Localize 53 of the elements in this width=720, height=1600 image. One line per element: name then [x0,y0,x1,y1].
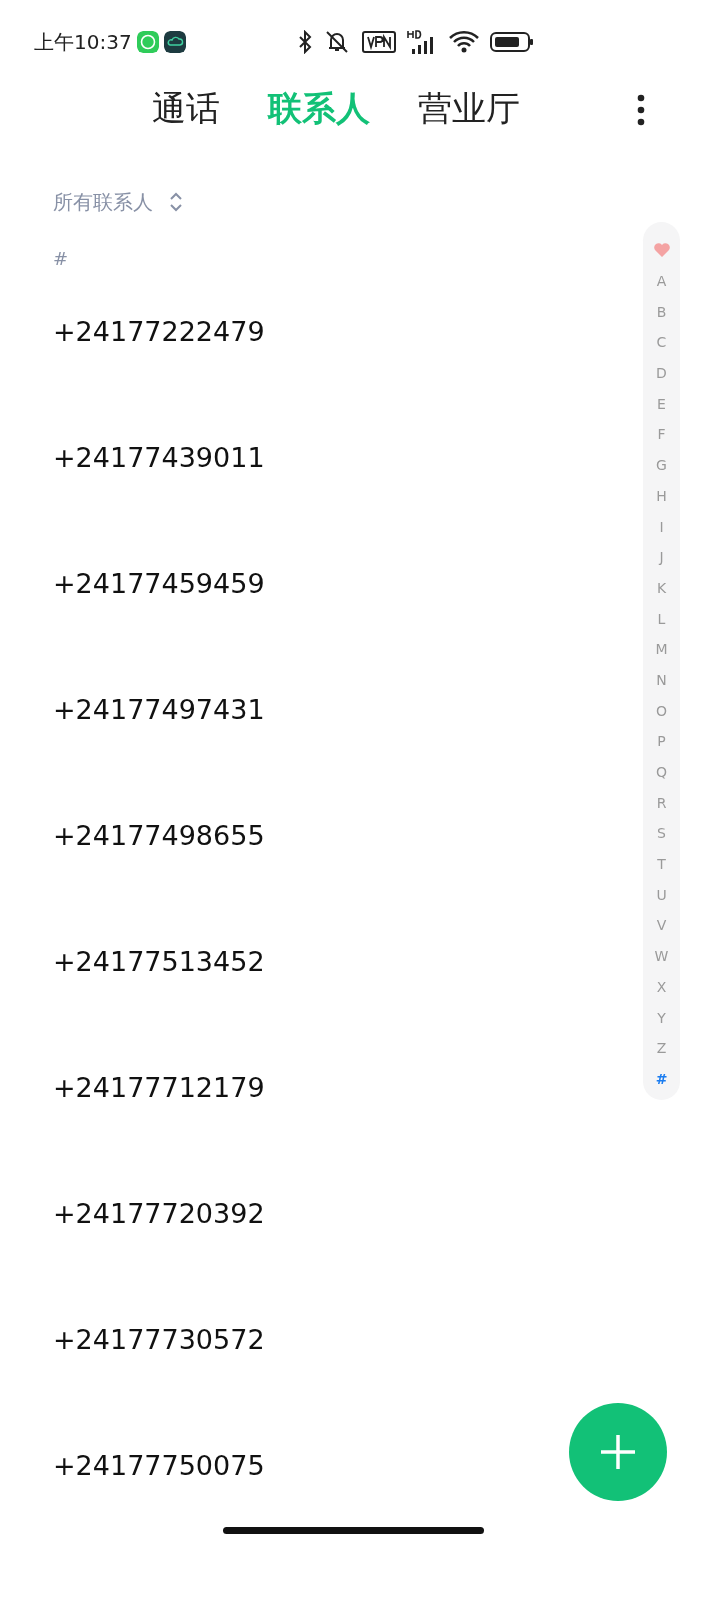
sort-chevron-icon[interactable] [169,191,183,213]
index-letter[interactable]: Z [656,1033,667,1064]
index-letter[interactable]: B [656,296,667,328]
index-letter[interactable]: G [656,450,667,481]
cloud-app-icon [163,31,186,53]
contact-name[interactable]: +24177513452 [53,945,265,977]
index-letter[interactable]: S [657,818,666,850]
index-letter[interactable]: T [657,849,666,880]
index-letter[interactable]: L [657,603,666,635]
battery-icon [489,31,534,53]
tab[interactable]: 营业厅 [418,86,520,132]
section-header: # [53,250,70,268]
index-letter[interactable]: F [657,419,666,451]
index-letter[interactable]: N [656,664,667,696]
contact-name[interactable]: +24177439011 [53,441,265,473]
contact-name[interactable]: +24177498655 [53,819,265,851]
index-letter[interactable]: W [654,941,669,972]
vpn-icon [361,31,396,53]
index-letter[interactable]: A [656,266,667,297]
index-letter[interactable]: M [655,634,668,665]
alphabet-index[interactable]: A B C D E F G H I J K L M N O P Q R S T U V W X Y Z # [643,222,680,1100]
index-letter[interactable]: P [657,726,666,757]
bluetooth-icon [297,30,312,54]
contact-name[interactable]: +24177222479 [53,315,265,347]
contact-name[interactable]: +24177720392 [53,1197,265,1229]
contact-name[interactable]: +24177497431 [53,693,265,725]
plus-icon [599,1433,637,1471]
index-letter[interactable]: E [657,388,666,420]
tab[interactable]: 联系人 [268,86,370,132]
index-letter[interactable]: R [656,787,667,819]
index-letter[interactable]: I [659,511,664,543]
contact-filter[interactable]: 所有联系人 [53,188,153,216]
index-letter[interactable]: H [656,480,667,512]
index-letter[interactable]: U [656,879,667,911]
index-letter[interactable]: V [656,910,667,942]
index-letter[interactable]: Q [656,757,667,788]
contact-name[interactable]: +24177712179 [53,1071,265,1103]
wifi-icon [447,30,480,54]
index-letter[interactable]: C [656,327,667,359]
index-letter[interactable]: D [656,358,667,389]
contact-name[interactable]: +24177459459 [53,567,265,599]
heart-icon[interactable] [652,242,671,258]
chat-app-icon [136,31,159,53]
index-letter[interactable]: X [656,971,667,1003]
index-letter[interactable]: J [659,542,664,573]
contact-name[interactable]: +24177750075 [53,1449,265,1481]
index-letter[interactable]: # [655,1063,668,1095]
tab[interactable]: 通话 [152,86,220,132]
index-letter[interactable]: Y [657,1002,666,1034]
index-letter[interactable]: K [656,572,667,604]
status-time: 上午10:37 [34,28,132,56]
index-letter[interactable]: O [656,695,667,727]
contact-name[interactable]: +24177730572 [53,1323,265,1355]
